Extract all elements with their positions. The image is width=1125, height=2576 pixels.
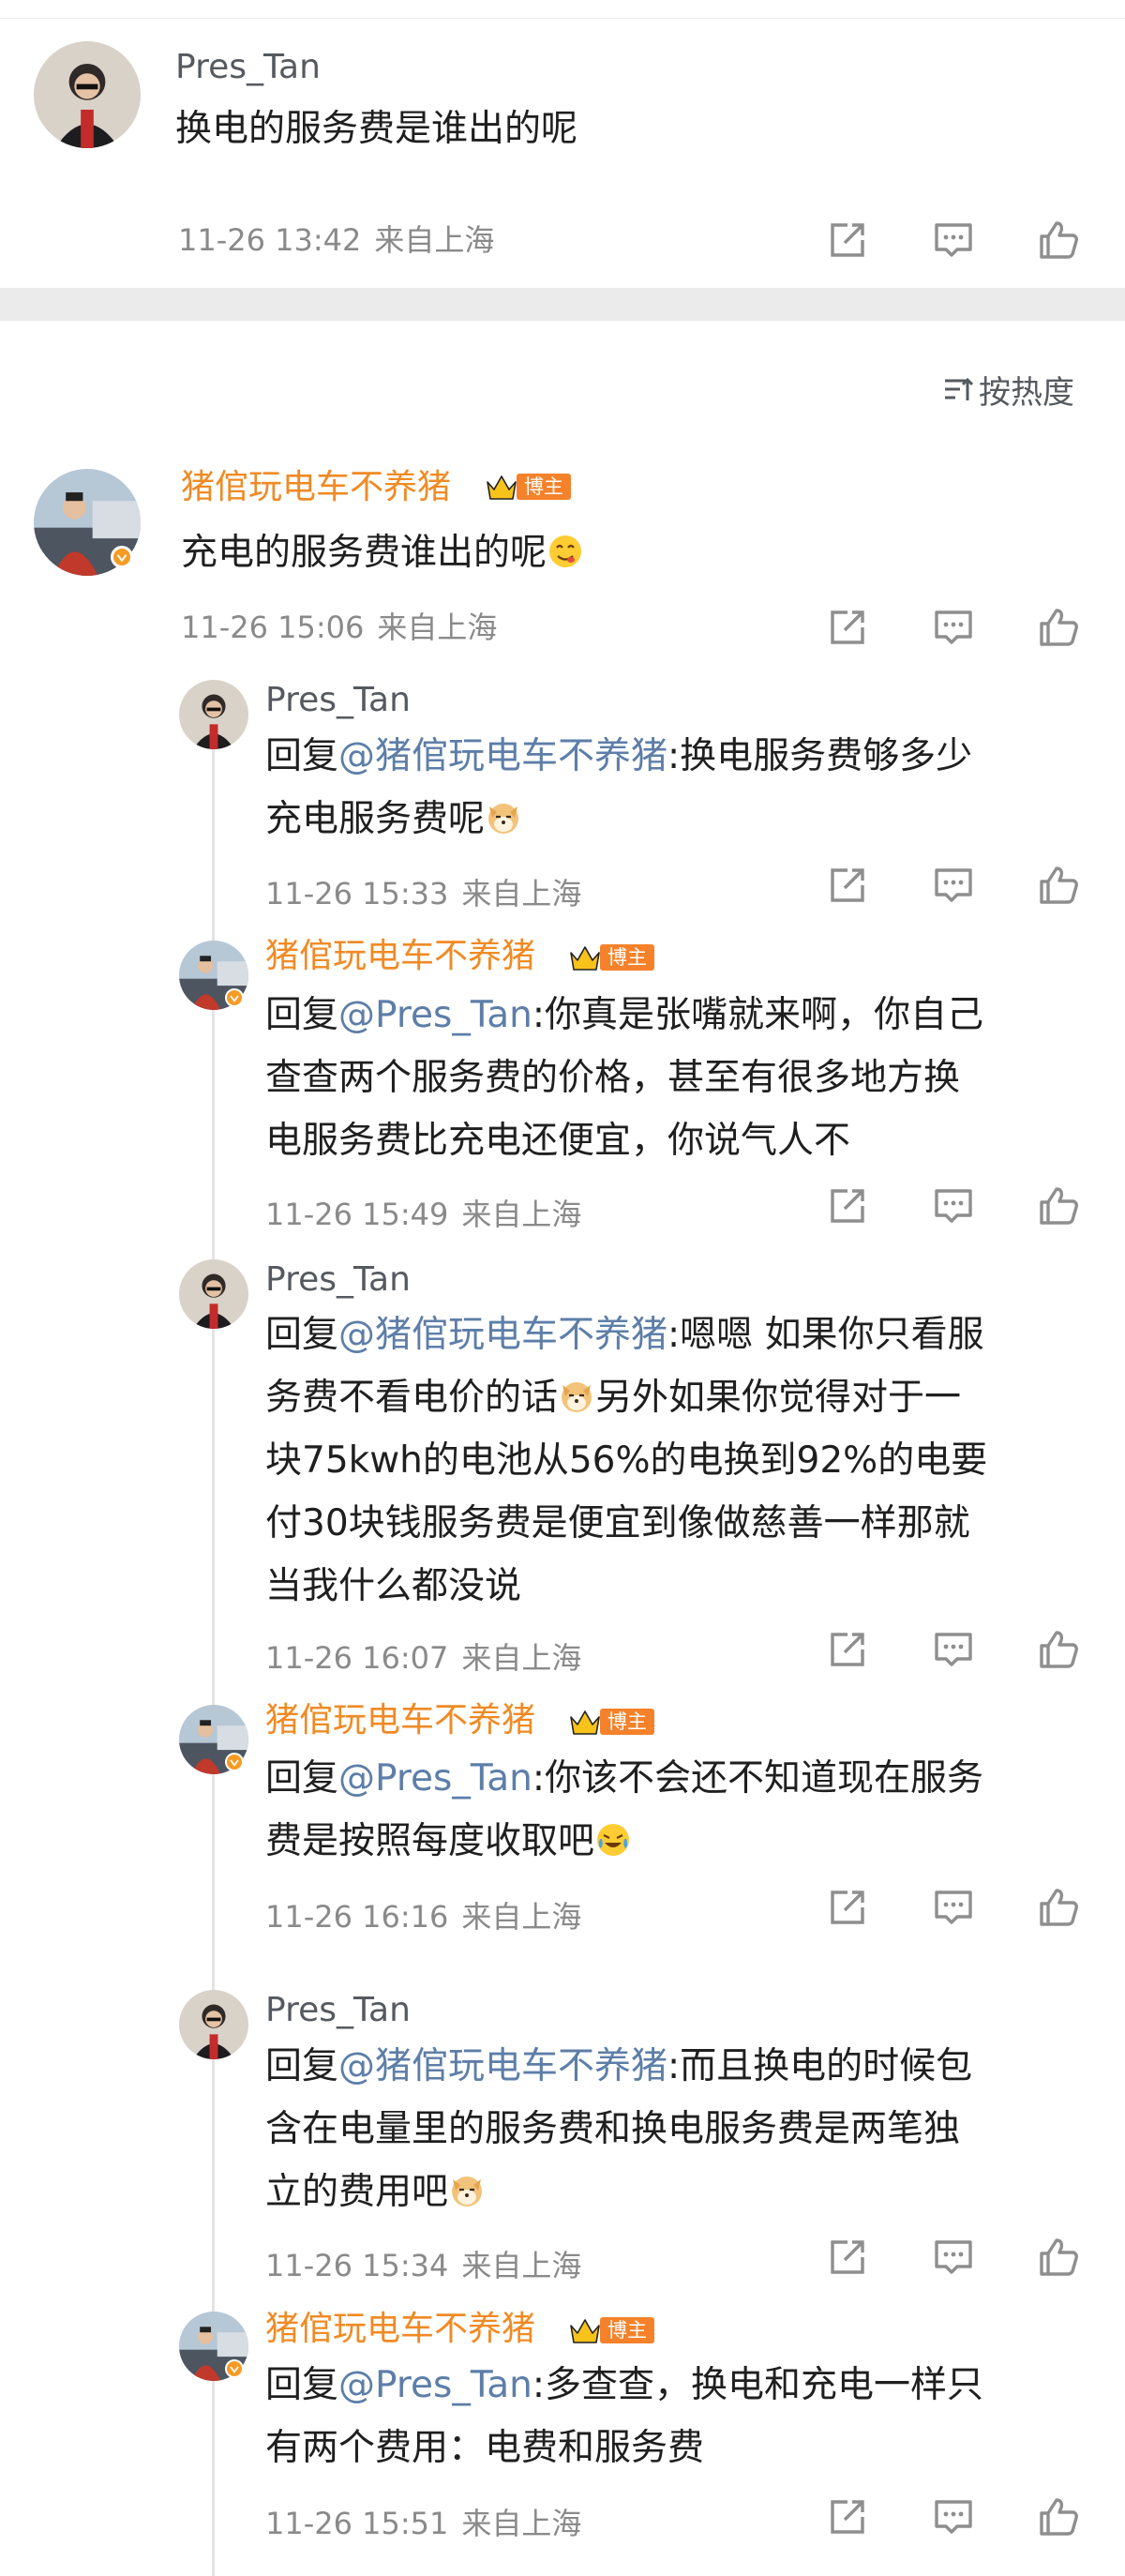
- avatar-pres-tan[interactable]: [179, 1990, 248, 2059]
- comment-author-name[interactable]: 猪倌玩电车不养猪: [181, 467, 451, 508]
- verified-badge: [225, 1753, 244, 1771]
- post-text: 换电的服务费是谁出的呢: [175, 108, 578, 150]
- crown-icon: [568, 942, 602, 973]
- share-icon[interactable]: [825, 2494, 870, 2539]
- comment-icon[interactable]: [931, 605, 976, 650]
- blogger-badge: 博主: [485, 471, 571, 503]
- laugh-cry-emoji-icon: [594, 1821, 632, 1859]
- share-icon[interactable]: [825, 1885, 870, 1930]
- reply-meta: 11-26 15:33 来自上海: [265, 876, 582, 911]
- reply-author-name[interactable]: Pres_Tan: [265, 680, 411, 721]
- reply-text: 回复@猪倌玩电车不养猪:换电服务费够多少 充电服务费呢: [265, 735, 973, 840]
- reply-author-name[interactable]: 猪倌玩电车不养猪: [265, 2309, 535, 2350]
- reply-text: 回复@Pres_Tan:你该不会还不知道现在服务 费是按照每度收取吧: [265, 1757, 983, 1862]
- reply-meta: 11-26 16:16 来自上海: [265, 1899, 582, 1935]
- share-icon[interactable]: [825, 2235, 870, 2280]
- avatar-pres-tan[interactable]: [179, 680, 248, 749]
- reply-text: 回复@猪倌玩电车不养猪:而且换电的时候包 含在电量里的服务费和换电服务费是两笔独…: [265, 2045, 973, 2213]
- avatar-pres-tan[interactable]: [34, 41, 141, 148]
- like-icon[interactable]: [1036, 863, 1081, 908]
- comment-text: 充电的服务费谁出的呢: [181, 521, 584, 584]
- reply-text: 回复@Pres_Tan:多查查，换电和充电一样只 有两个费用：电费和服务费: [265, 2364, 983, 2469]
- doge-emoji-icon: [558, 1378, 595, 1415]
- share-icon[interactable]: [825, 863, 870, 908]
- reply-meta: 11-26 16:07 来自上海: [265, 1640, 582, 1676]
- verified-badge: [225, 2359, 244, 2378]
- mention-link[interactable]: @猪倌玩电车不养猪: [338, 1314, 668, 1356]
- mention-link[interactable]: @Pres_Tan: [338, 1757, 532, 1800]
- like-icon[interactable]: [1036, 2494, 1081, 2539]
- yum-emoji-icon: [547, 533, 584, 570]
- reply-author-name[interactable]: 猪倌玩电车不养猪: [265, 936, 535, 977]
- blogger-badge: 博主: [568, 1706, 654, 1738]
- post-author-name[interactable]: Pres_Tan: [175, 47, 321, 88]
- doge-emoji-icon: [485, 799, 522, 836]
- comment-icon[interactable]: [931, 2494, 976, 2539]
- crown-icon: [568, 1706, 602, 1738]
- mention-link[interactable]: @Pres_Tan: [338, 994, 532, 1036]
- like-icon[interactable]: [1036, 2235, 1081, 2280]
- reply-author-name[interactable]: Pres_Tan: [265, 1259, 411, 1301]
- crown-icon: [568, 2314, 602, 2346]
- comment-icon[interactable]: [931, 1885, 976, 1930]
- like-icon[interactable]: [1036, 1627, 1081, 1672]
- share-icon[interactable]: [825, 1183, 870, 1228]
- avatar-pres-tan[interactable]: [179, 1259, 248, 1329]
- comment-time: 11-26 15:06: [181, 610, 365, 645]
- reply-meta: 11-26 15:51 来自上海: [265, 2506, 582, 2541]
- sort-icon: [941, 372, 975, 406]
- comment-location: 来自上海: [377, 610, 498, 645]
- reply-text: 回复@猪倌玩电车不养猪:嗯嗯 如果你只看服 务费不看电价的话 另外如果你觉得对于一…: [265, 1314, 988, 1607]
- crown-icon: [485, 471, 518, 503]
- doge-emoji-icon: [448, 2172, 486, 2209]
- post-meta: 11-26 13:42 来自上海: [178, 221, 494, 259]
- like-icon[interactable]: [1036, 1183, 1081, 1228]
- post-location: 来自上海: [374, 222, 495, 258]
- like-icon[interactable]: [1036, 218, 1081, 263]
- reply-meta: 11-26 15:34 来自上海: [265, 2248, 582, 2283]
- verified-badge: [225, 988, 244, 1007]
- post-time: 11-26 13:42: [178, 222, 362, 258]
- reply-author-name[interactable]: 猪倌玩电车不养猪: [265, 1700, 535, 1741]
- comment-icon[interactable]: [931, 2235, 976, 2280]
- share-icon[interactable]: [825, 1627, 870, 1672]
- reply-author-name[interactable]: Pres_Tan: [265, 1990, 411, 2031]
- sort-by-hot-button[interactable]: 按热度: [941, 369, 1074, 412]
- mention-link[interactable]: @猪倌玩电车不养猪: [338, 2045, 668, 2087]
- comment-icon[interactable]: [931, 1627, 976, 1672]
- mention-link[interactable]: @猪倌玩电车不养猪: [338, 735, 668, 777]
- share-icon[interactable]: [825, 605, 870, 650]
- like-icon[interactable]: [1036, 1885, 1081, 1930]
- comment-meta: 11-26 15:06 来自上海: [181, 609, 497, 646]
- sort-label: 按热度: [979, 373, 1074, 412]
- comment-icon[interactable]: [931, 1183, 976, 1228]
- mention-link[interactable]: @Pres_Tan: [338, 2364, 532, 2406]
- top-divider: [0, 0, 1125, 19]
- share-icon[interactable]: [825, 218, 870, 263]
- blogger-badge: 博主: [568, 2314, 654, 2346]
- like-icon[interactable]: [1036, 605, 1081, 650]
- section-divider: [0, 288, 1125, 321]
- reply-text: 回复@Pres_Tan:你真是张嘴就来啊，你自己 查查两个服务费的价格，甚至有很…: [265, 994, 983, 1162]
- comment-icon[interactable]: [931, 863, 976, 908]
- comment-icon[interactable]: [931, 218, 976, 263]
- blogger-badge: 博主: [568, 942, 654, 973]
- verified-badge: [111, 546, 133, 568]
- reply-meta: 11-26 15:49 来自上海: [265, 1197, 582, 1232]
